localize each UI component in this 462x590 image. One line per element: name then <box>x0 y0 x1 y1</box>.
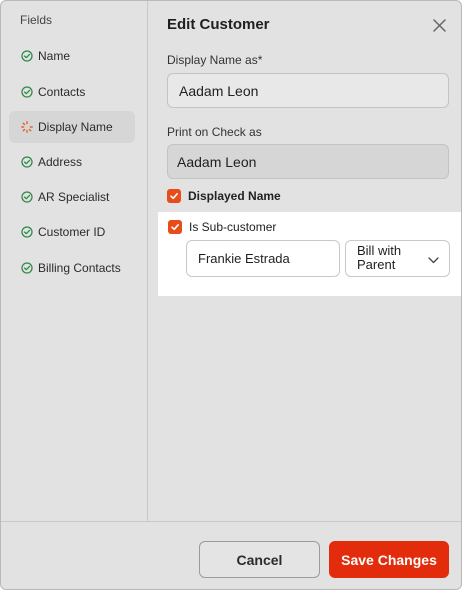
print-on-check-input[interactable]: Aadam Leon <box>167 144 449 179</box>
displayed-name-label: Displayed Name <box>188 189 281 203</box>
sub-customer-label: Is Sub-customer <box>189 220 277 234</box>
sub-customer-checkbox[interactable]: Is Sub-customer <box>168 220 276 234</box>
check-circle-icon <box>21 50 33 62</box>
sidebar-item-label: AR Specialist <box>38 190 110 204</box>
sidebar-item-label: Contacts <box>38 85 86 99</box>
chevron-down-icon <box>428 253 439 267</box>
sub-customer-panel: Is Sub-customer Frankie Estrada Bill wit… <box>158 212 461 296</box>
sidebar-item-label: Billing Contacts <box>38 261 121 275</box>
billing-select[interactable]: Bill with Parent <box>345 240 450 277</box>
sidebar-item-label: Address <box>38 155 83 169</box>
dialog-title: Edit Customer <box>167 16 270 33</box>
save-changes-button[interactable]: Save Changes <box>329 541 449 578</box>
checkbox-checked-icon <box>168 220 182 234</box>
close-icon[interactable] <box>430 16 448 34</box>
sidebar-item-display-name[interactable]: Display Name <box>9 111 135 143</box>
checkbox-checked-icon <box>167 189 181 203</box>
sidebar-item-label: Name <box>38 49 71 63</box>
display-name-input[interactable]: Aadam Leon <box>167 73 449 108</box>
sidebar-title: Fields <box>20 13 53 27</box>
cancel-button[interactable]: Cancel <box>199 541 320 578</box>
sidebar-item-contacts[interactable]: Contacts <box>9 76 135 108</box>
fields-sidebar: Fields Name Contacts Display Name Addres… <box>1 1 148 521</box>
check-circle-icon <box>21 226 33 238</box>
sidebar-item-name[interactable]: Name <box>9 40 135 72</box>
displayed-name-checkbox[interactable]: Displayed Name <box>167 189 281 203</box>
sidebar-item-label: Customer ID <box>38 225 106 239</box>
check-circle-icon <box>21 262 33 274</box>
billing-select-value: Bill with Parent <box>357 243 402 272</box>
check-circle-icon <box>21 191 33 203</box>
sidebar-item-label: Display Name <box>38 120 113 134</box>
sidebar-item-customer-id[interactable]: Customer ID <box>9 216 135 248</box>
edit-customer-dialog: Fields Name Contacts Display Name Addres… <box>0 0 462 590</box>
check-circle-icon <box>21 156 33 168</box>
sidebar-item-billing-contacts[interactable]: Billing Contacts <box>9 252 135 284</box>
print-on-check-label: Print on Check as <box>167 125 262 139</box>
loading-spinner-icon <box>21 121 33 133</box>
sidebar-item-address[interactable]: Address <box>9 146 135 178</box>
parent-customer-input[interactable]: Frankie Estrada <box>186 240 340 277</box>
display-name-label: Display Name as* <box>167 53 263 67</box>
sidebar-item-ar-specialist[interactable]: AR Specialist <box>9 181 135 213</box>
check-circle-icon <box>21 86 33 98</box>
dialog-footer: Cancel Save Changes <box>1 521 461 589</box>
